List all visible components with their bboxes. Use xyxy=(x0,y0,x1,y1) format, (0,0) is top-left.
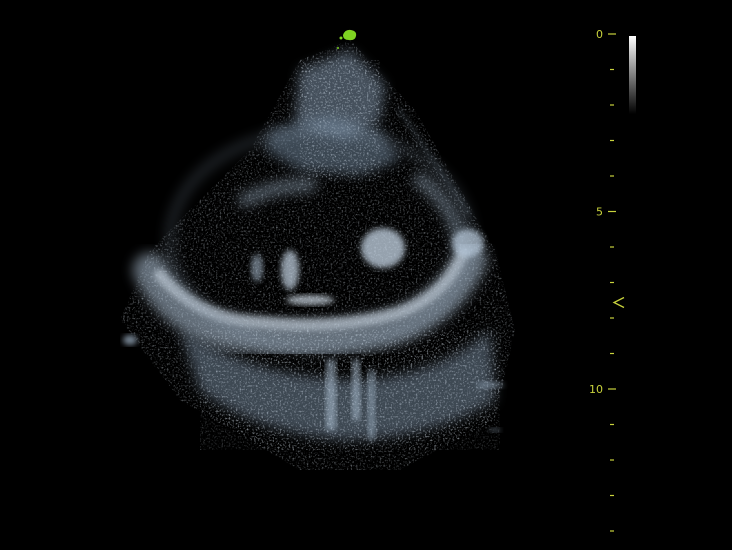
echo-image xyxy=(120,40,515,470)
far-field-tissue xyxy=(180,330,500,450)
gray-map-bar xyxy=(629,36,636,114)
depth-scale: 0 5 10 xyxy=(589,28,625,532)
depth-label: 10 xyxy=(589,383,603,396)
ultrasound-view: 0 5 10 xyxy=(120,28,636,532)
focus-arrow-icon xyxy=(612,296,625,309)
depth-label: 5 xyxy=(596,206,603,219)
depth-label: 0 xyxy=(596,28,603,41)
